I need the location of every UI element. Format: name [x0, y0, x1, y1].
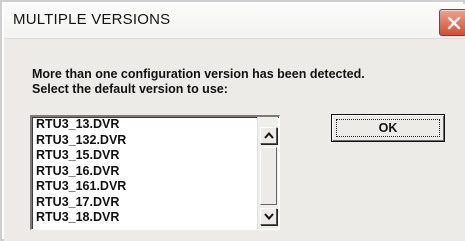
scroll-down-button[interactable] — [260, 208, 277, 225]
ok-button[interactable]: OK — [331, 114, 445, 142]
message-line-1: More than one configuration version has … — [32, 67, 365, 81]
scroll-up-button[interactable] — [260, 127, 277, 144]
list-item[interactable]: RTU3_161.DVR — [36, 179, 258, 195]
list-item[interactable]: RTU3_132.DVR — [36, 133, 258, 149]
scroll-thumb[interactable] — [260, 147, 277, 205]
message-line-2: Select the default version to use: — [32, 82, 228, 96]
chevron-up-icon — [264, 132, 274, 139]
version-list: RTU3_13.DVR RTU3_132.DVR RTU3_15.DVR RTU… — [36, 117, 258, 226]
list-item[interactable]: RTU3_16.DVR — [36, 164, 258, 180]
list-item[interactable]: RTU3_13.DVR — [36, 117, 258, 133]
ok-button-label: OK — [378, 121, 398, 135]
dialog-window: MULTIPLE VERSIONS More than one configur… — [0, 0, 465, 241]
version-listbox[interactable]: RTU3_13.DVR RTU3_132.DVR RTU3_15.DVR RTU… — [30, 115, 280, 230]
list-item[interactable]: RTU3_17.DVR — [36, 195, 258, 211]
chevron-down-icon — [264, 213, 274, 220]
close-icon — [447, 16, 461, 30]
title-bar[interactable]: MULTIPLE VERSIONS — [4, 4, 465, 39]
list-item[interactable]: RTU3_15.DVR — [36, 148, 258, 164]
close-button[interactable] — [439, 9, 465, 36]
list-scrollbar[interactable] — [257, 117, 278, 229]
window-title: MULTIPLE VERSIONS — [13, 11, 171, 28]
dialog-message: More than one configuration version has … — [32, 67, 452, 97]
list-item[interactable]: RTU3_18.DVR — [36, 210, 258, 226]
